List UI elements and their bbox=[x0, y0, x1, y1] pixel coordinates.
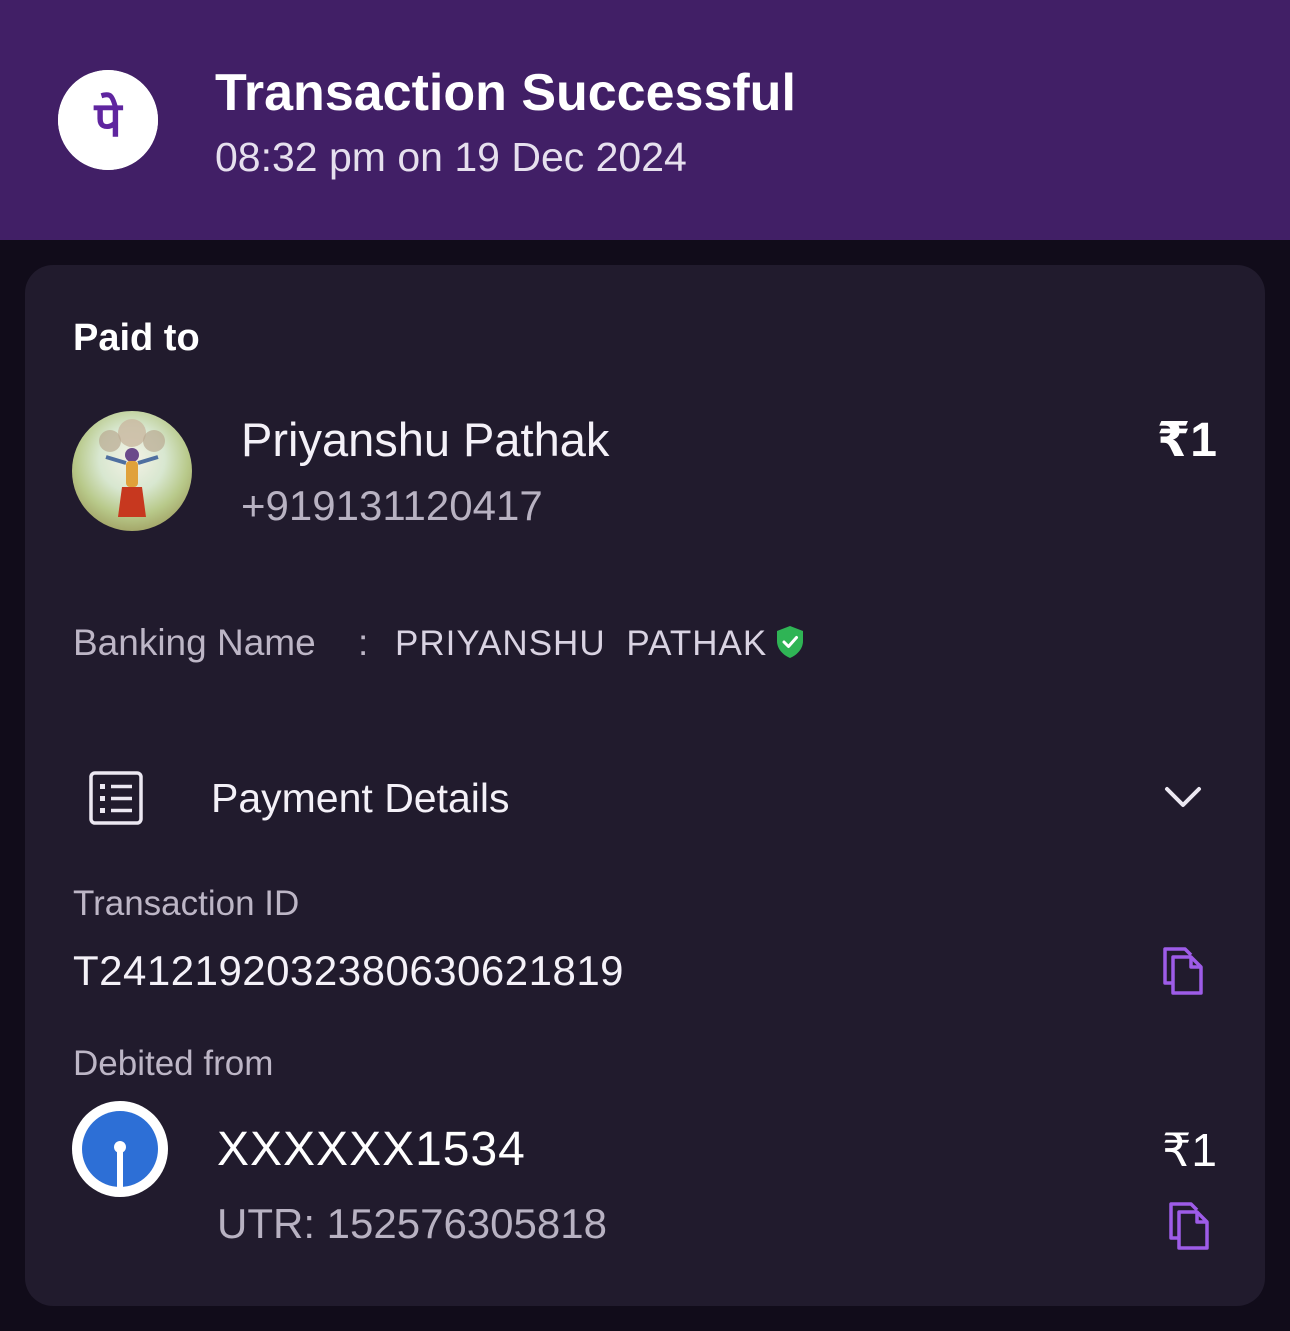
page-title: Transaction Successful bbox=[215, 64, 796, 122]
debited-from-label: Debited from bbox=[73, 1044, 274, 1083]
bank-logo bbox=[72, 1101, 168, 1197]
transaction-details-card: Paid to Priyanshu Pathak +919131120417 ₹… bbox=[25, 265, 1265, 1306]
paid-amount: ₹1 bbox=[1156, 414, 1217, 467]
copy-utr-icon[interactable] bbox=[1167, 1200, 1213, 1252]
copy-transaction-id-icon[interactable] bbox=[1161, 945, 1207, 997]
chevron-down-icon[interactable] bbox=[1163, 780, 1203, 814]
debited-account-number: XXXXXX1534 bbox=[217, 1123, 526, 1176]
receipt-list-icon bbox=[88, 770, 144, 826]
payee-avatar[interactable] bbox=[72, 411, 192, 531]
phonepe-logo: पे bbox=[58, 70, 158, 170]
banking-name-separator: : bbox=[358, 622, 369, 663]
payee-phone: +919131120417 bbox=[241, 482, 543, 529]
transaction-id-value: T2412192032380630621819 bbox=[73, 947, 625, 994]
transaction-datetime: 08:32 pm on 19 Dec 2024 bbox=[215, 134, 687, 180]
payment-details-toggle[interactable]: Payment Details bbox=[211, 773, 510, 823]
utr-number: UTR: 152576305818 bbox=[217, 1200, 607, 1247]
banking-name-label: Banking Name bbox=[73, 622, 316, 663]
transaction-header: पे Transaction Successful 08:32 pm on 19… bbox=[0, 0, 1290, 240]
transaction-id-label: Transaction ID bbox=[73, 884, 300, 923]
banking-name-value: PRIYANSHU PATHAK bbox=[395, 624, 768, 663]
paid-to-label: Paid to bbox=[73, 317, 200, 359]
payee-name: Priyanshu Pathak bbox=[241, 413, 610, 466]
debited-amount: ₹1 bbox=[1162, 1124, 1217, 1176]
svg-text:पे: पे bbox=[93, 92, 123, 148]
shield-check-icon bbox=[775, 625, 805, 659]
